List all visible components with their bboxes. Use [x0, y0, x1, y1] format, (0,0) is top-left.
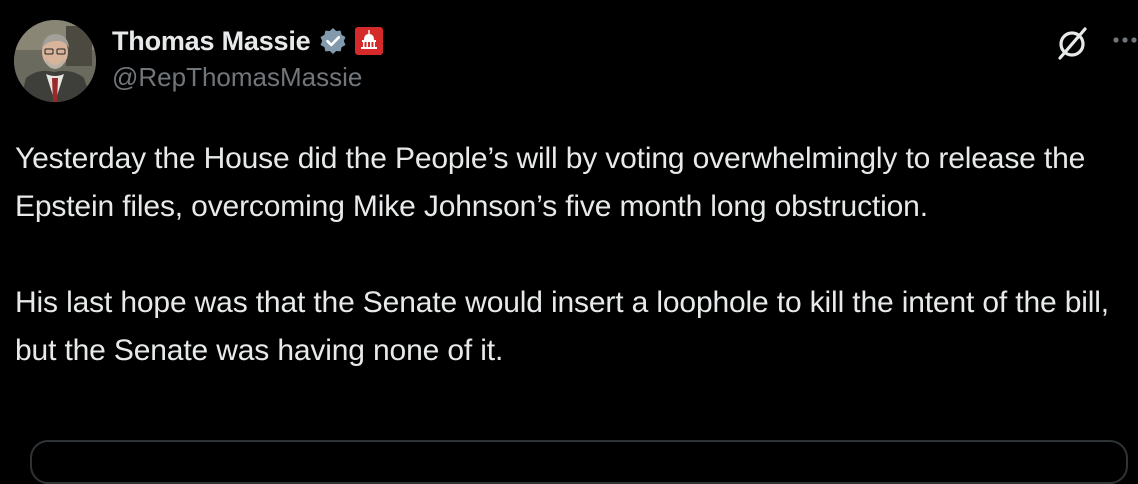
- handle[interactable]: @RepThomasMassie: [112, 62, 384, 93]
- more-options-icon[interactable]: [1112, 30, 1138, 50]
- tweet-paragraph: Yesterday the House did the People’s wil…: [15, 142, 1094, 223]
- name-row: Thomas Massie: [112, 22, 384, 60]
- tweet-paragraph: His last hope was that the Senate would …: [15, 286, 1118, 367]
- avatar[interactable]: [14, 20, 96, 102]
- tweet-text: Yesterday the House did the People’s wil…: [15, 135, 1125, 375]
- avatar-photo: [14, 20, 96, 102]
- us-capitol-affiliation-icon[interactable]: [354, 26, 384, 56]
- display-name[interactable]: Thomas Massie: [112, 26, 311, 57]
- tweet-header: Thomas Massie @RepThomasMassie: [112, 22, 384, 93]
- verified-badge-icon: [318, 26, 348, 56]
- tweet: Thomas Massie @RepThomasMassie Yesterday…: [0, 0, 1138, 484]
- media-card-edge[interactable]: [30, 440, 1128, 484]
- grok-icon[interactable]: [1054, 24, 1092, 62]
